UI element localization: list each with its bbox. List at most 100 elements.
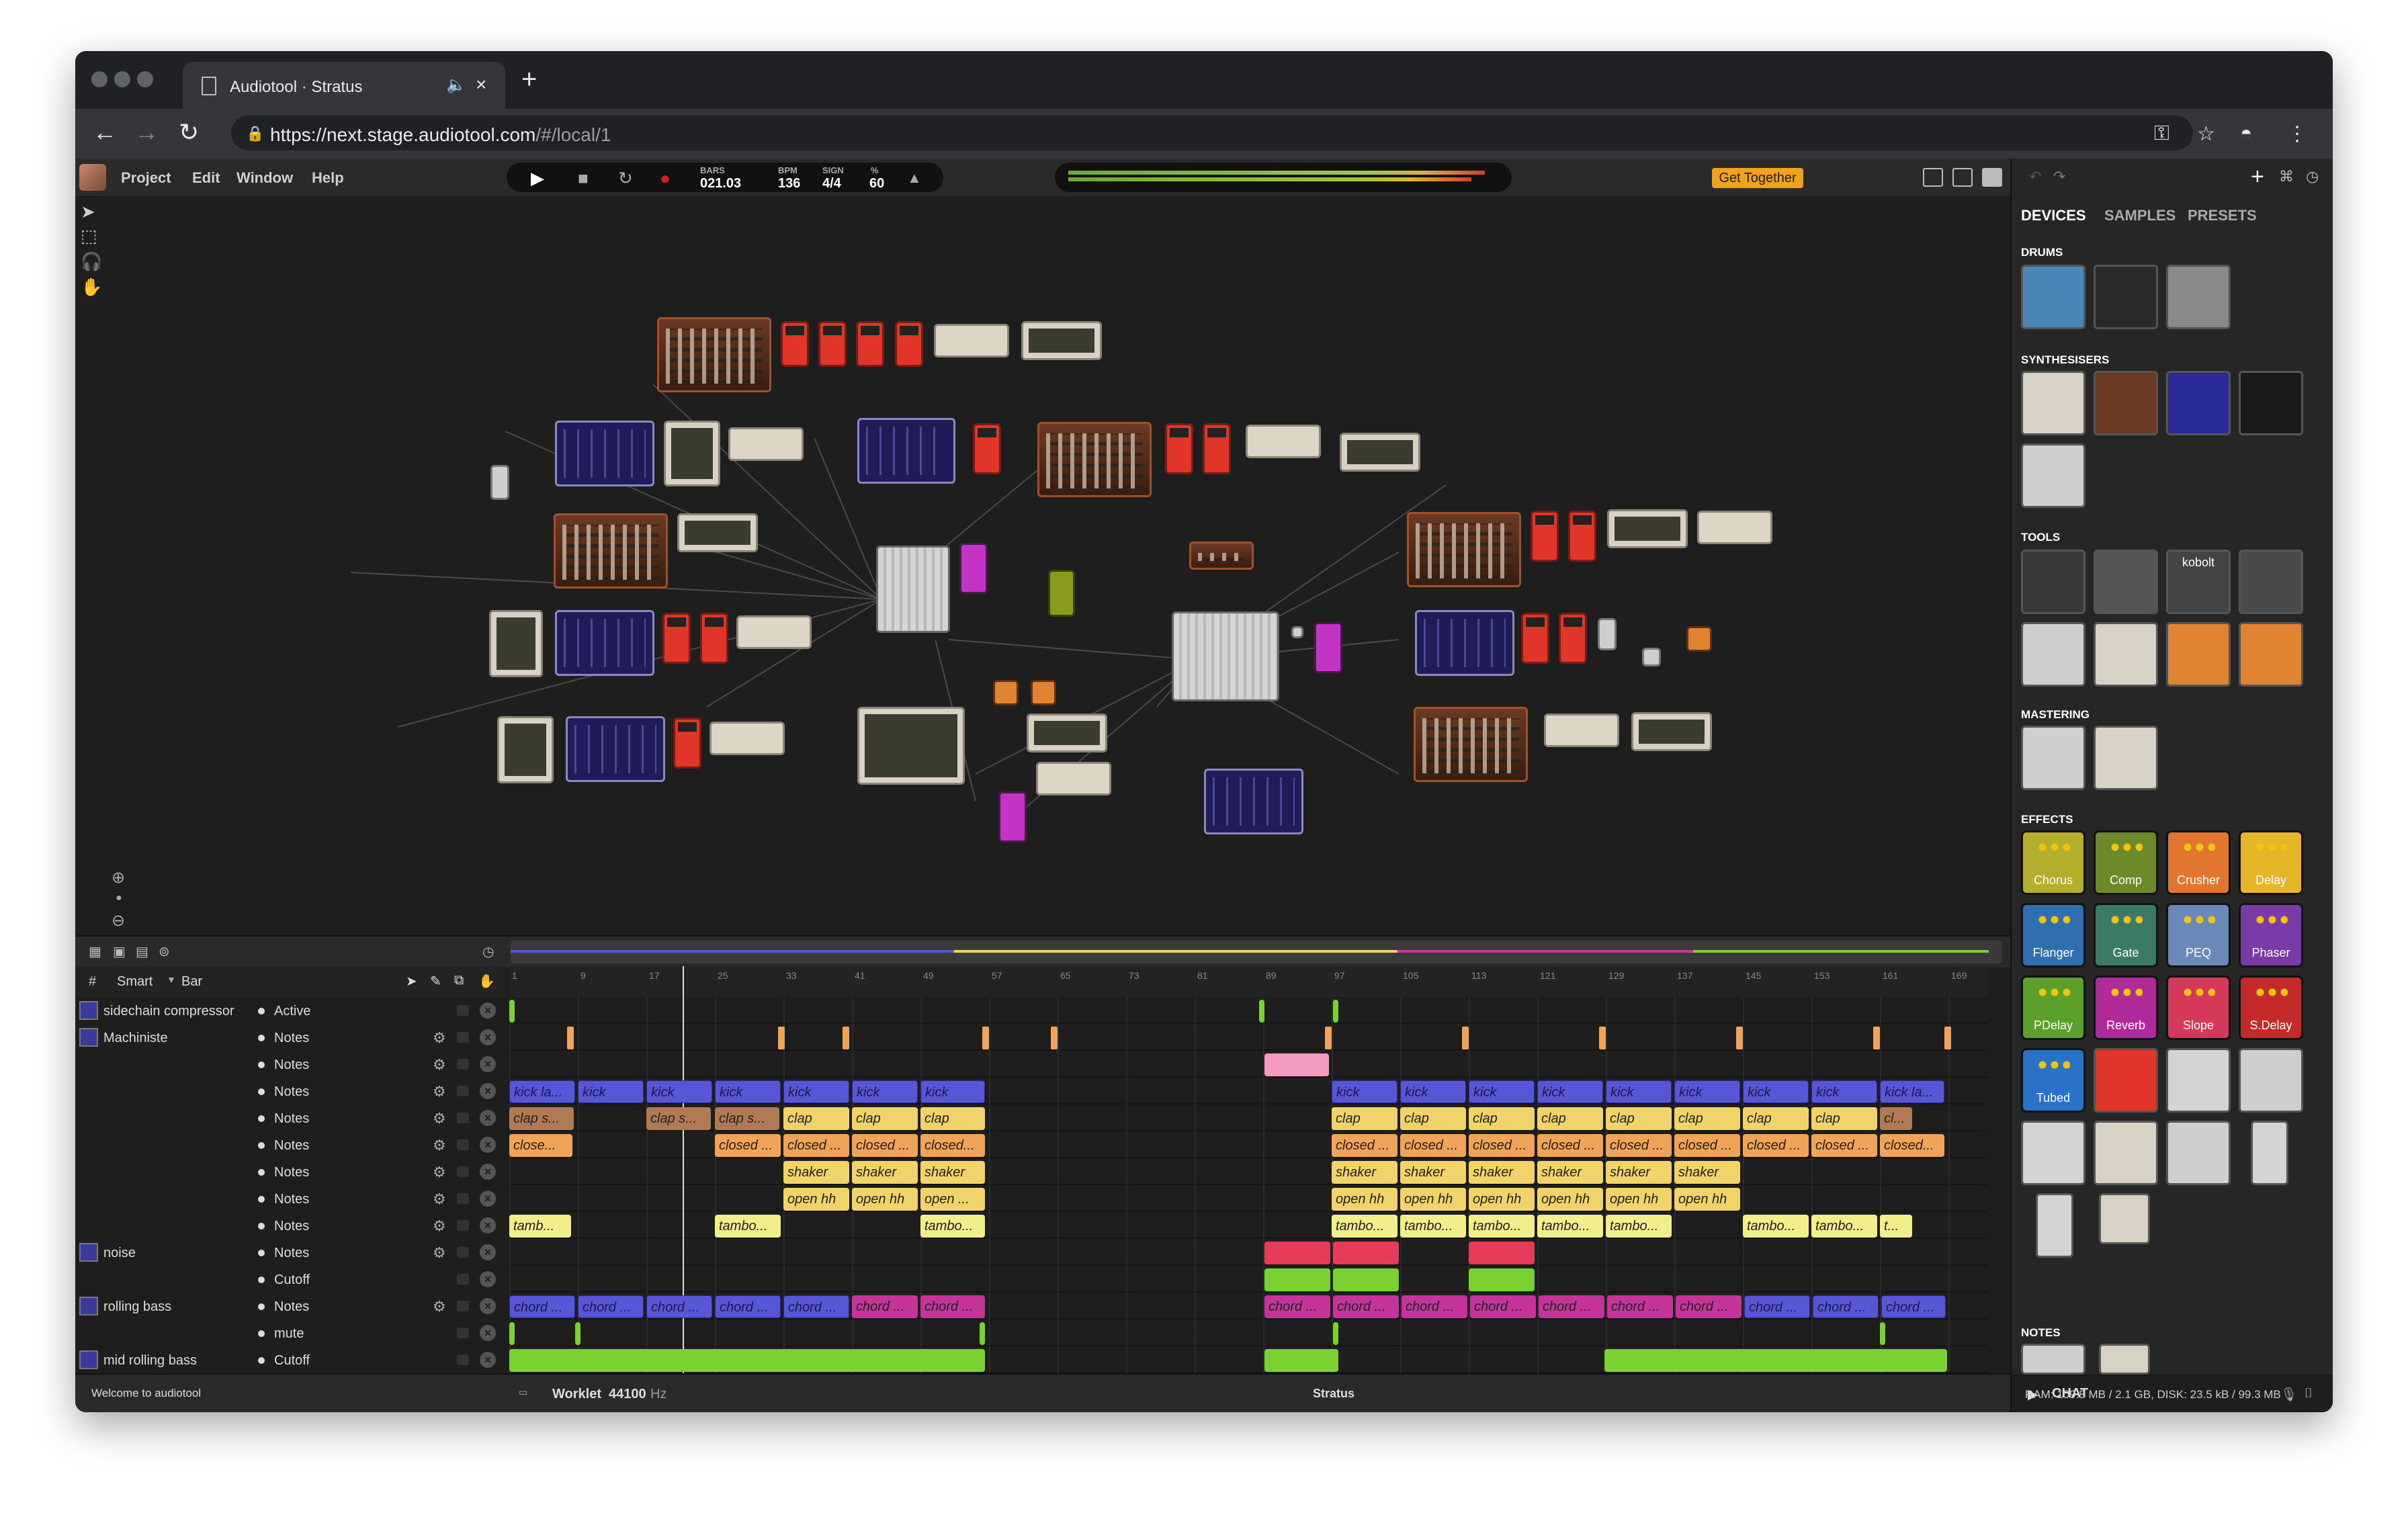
effect-comp[interactable]: Comp [2094, 830, 2158, 895]
track-mute-toggle[interactable] [457, 1086, 469, 1096]
effect-pedal[interactable] [673, 718, 701, 769]
record-icon[interactable]: ● [660, 168, 671, 189]
incognito-icon[interactable]: ◓ [2240, 122, 2252, 145]
clip[interactable] [1333, 1268, 1399, 1291]
track-name[interactable]: noise [103, 1246, 136, 1261]
clip[interactable]: kick [920, 1080, 985, 1103]
clip[interactable] [567, 1027, 574, 1049]
synth-device[interactable] [554, 513, 668, 589]
bpm-value[interactable]: 136 [778, 176, 800, 191]
clip[interactable] [509, 1000, 515, 1023]
timeline-view-icon[interactable]: ▤ [136, 943, 148, 960]
tool-tile[interactable] [2021, 622, 2086, 687]
track-mute-toggle[interactable] [457, 1139, 469, 1150]
effect-tubed[interactable]: Tubed [2021, 1048, 2086, 1113]
clip[interactable]: chord ... [1813, 1295, 1879, 1318]
track-mute-toggle[interactable] [457, 1301, 469, 1311]
clip[interactable] [1333, 1000, 1338, 1023]
effect-sdelay[interactable]: S.Delay [2239, 976, 2303, 1040]
menu-project[interactable]: Project [121, 169, 171, 187]
track-parameter[interactable]: Notes [257, 1084, 309, 1100]
clip[interactable] [1604, 1349, 1947, 1372]
arrow-tool-icon[interactable]: ➤ [406, 973, 417, 990]
pencil-tool-icon[interactable]: ✎ [430, 973, 441, 990]
clip[interactable]: shaker [1606, 1161, 1672, 1184]
clip[interactable]: chord ... [783, 1295, 849, 1318]
clip[interactable]: clap [1469, 1107, 1535, 1130]
clip[interactable]: tambo... [920, 1215, 985, 1238]
clip[interactable]: chord ... [1607, 1295, 1673, 1318]
hand-tool-icon[interactable]: ✋ [478, 973, 495, 990]
effect-pedal[interactable] [856, 321, 884, 367]
track-parameter[interactable]: Notes [257, 1111, 309, 1127]
synth-device[interactable] [1415, 610, 1514, 676]
track-parameter[interactable]: Notes [257, 1057, 309, 1073]
clip[interactable]: shaker [920, 1161, 985, 1184]
equalizer-device[interactable] [1027, 714, 1107, 752]
clip[interactable]: clap [852, 1107, 918, 1130]
clip[interactable] [778, 1027, 785, 1049]
clip[interactable] [1264, 1242, 1330, 1264]
remove-track-icon[interactable]: × [480, 1164, 496, 1180]
clip[interactable]: chord ... [1676, 1295, 1742, 1318]
equalizer-device[interactable] [677, 513, 758, 552]
clip[interactable]: chord ... [1264, 1295, 1330, 1318]
remove-track-icon[interactable]: × [480, 1083, 496, 1099]
synth-device[interactable] [1407, 512, 1521, 587]
clip[interactable]: closed ... [1811, 1134, 1877, 1157]
clip[interactable] [1873, 1027, 1880, 1049]
snap-unit[interactable]: Bar [181, 974, 202, 990]
clip[interactable]: closed ... [1537, 1134, 1603, 1157]
small-device[interactable] [1598, 618, 1617, 650]
remove-track-icon[interactable]: × [480, 1191, 496, 1207]
arrangement-grid[interactable]: kick la... kick kick kick kick kick kick… [509, 966, 1987, 1373]
close-window-dot[interactable] [91, 71, 108, 87]
track-row[interactable]: Notes ⚙ × [75, 1078, 505, 1105]
effect-phaser[interactable]: Phaser [2239, 903, 2303, 967]
track-row[interactable]: Notes ⚙ × [75, 1131, 505, 1158]
track-row[interactable]: noise Notes ⚙ × [75, 1239, 505, 1266]
clip[interactable] [843, 1027, 849, 1049]
clip[interactable]: clap [1674, 1107, 1740, 1130]
track-parameter[interactable]: Notes [257, 1138, 309, 1154]
clip[interactable]: closed... [1880, 1134, 1944, 1157]
effect-pedal[interactable] [895, 321, 923, 367]
clip[interactable]: clap [1606, 1107, 1672, 1130]
tab-devices[interactable]: DEVICES [2021, 207, 2086, 224]
clip[interactable] [1051, 1027, 1058, 1049]
effect-tile[interactable] [2166, 1048, 2231, 1113]
clip[interactable] [1469, 1242, 1535, 1264]
kobolt-tile[interactable]: kobolt [2166, 550, 2231, 614]
clip[interactable]: chord ... [1470, 1295, 1536, 1318]
history-icon[interactable]: ◷ [2306, 168, 2319, 185]
clip[interactable]: chord ... [1539, 1295, 1604, 1318]
clip[interactable]: kick [1674, 1080, 1740, 1103]
clip[interactable]: clap s... [715, 1107, 779, 1130]
clip[interactable]: closed ... [1606, 1134, 1672, 1157]
track-settings-icon[interactable]: ⚙ [433, 1137, 446, 1154]
synth-device[interactable] [657, 317, 771, 392]
clip[interactable]: clap [1537, 1107, 1603, 1130]
track-settings-icon[interactable]: ⚙ [433, 1029, 446, 1047]
clip[interactable]: chord ... [1744, 1295, 1810, 1318]
clip[interactable] [1462, 1027, 1469, 1049]
track-parameter[interactable]: Notes [257, 1165, 309, 1180]
synth-device[interactable] [1414, 707, 1528, 782]
sign-value[interactable]: 4/4 [822, 176, 841, 191]
effect-pedal[interactable] [662, 613, 691, 664]
track-row[interactable]: mid rolling bass Cutoff × [75, 1346, 505, 1373]
effect-pedal[interactable] [1203, 423, 1231, 474]
remove-track-icon[interactable]: × [480, 1217, 496, 1234]
clip[interactable] [1264, 1268, 1330, 1291]
split-tool-icon[interactable]: ⧉ [454, 973, 464, 988]
effect-tile[interactable] [2094, 1048, 2158, 1113]
track-parameter[interactable]: Notes [257, 1219, 309, 1234]
clip[interactable]: clap [1743, 1107, 1809, 1130]
track-parameter[interactable]: Active [257, 1004, 310, 1019]
track-row[interactable]: Cutoff × [75, 1266, 505, 1293]
effect-tile[interactable] [2036, 1193, 2073, 1258]
track-mute-toggle[interactable] [457, 1328, 469, 1338]
track-parameter[interactable]: Cutoff [258, 1272, 310, 1288]
zoom-out-icon[interactable]: ⊖ [112, 911, 125, 931]
more-menu-icon[interactable]: ⋮ [2287, 122, 2307, 146]
